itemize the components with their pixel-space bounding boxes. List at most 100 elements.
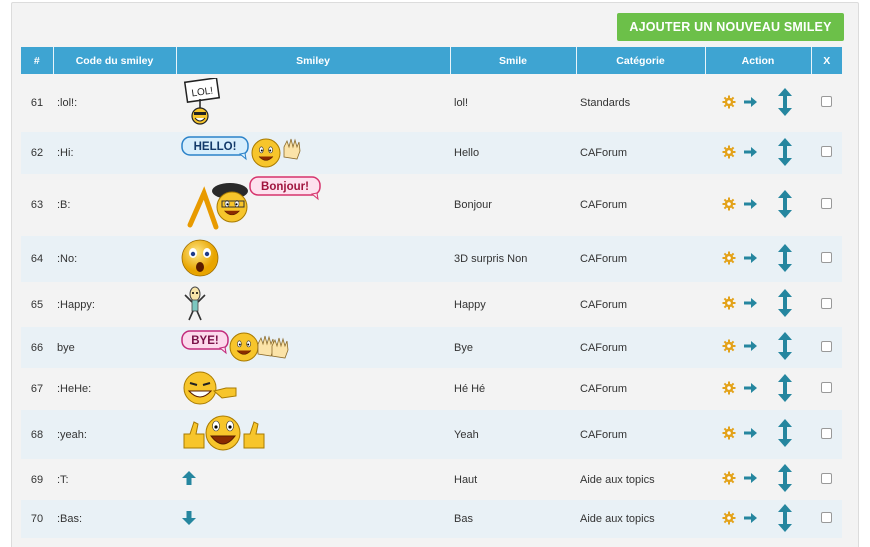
table-row: 64 :No: 3D surpris Non CAForum bbox=[21, 236, 842, 282]
gear-icon[interactable] bbox=[722, 381, 736, 398]
select-cell bbox=[811, 132, 842, 174]
action-cell bbox=[705, 132, 811, 174]
smile-name: Haut bbox=[450, 459, 576, 500]
gear-icon[interactable] bbox=[722, 296, 736, 313]
smiley-image-cell bbox=[176, 282, 450, 327]
select-checkbox[interactable] bbox=[821, 382, 832, 393]
table-row: 62 :Hi: HELLO! Hello CAForum bbox=[21, 132, 842, 174]
table-row: 63 :B: Bonjour! Bonjour CAForum bbox=[21, 174, 842, 236]
gear-icon[interactable] bbox=[722, 145, 736, 162]
lol-sign-smiley-icon: LOL! bbox=[180, 76, 222, 129]
col-header-action: Action bbox=[705, 47, 812, 74]
action-cell bbox=[705, 500, 811, 538]
arrow-right-icon[interactable] bbox=[742, 426, 758, 443]
row-number: 61 bbox=[21, 74, 53, 132]
smiley-category: CAForum bbox=[576, 132, 705, 174]
select-checkbox[interactable] bbox=[821, 340, 832, 352]
move-vertical-icon[interactable] bbox=[776, 331, 794, 364]
arrow-right-icon[interactable] bbox=[742, 381, 758, 398]
smile-name: 3D surpris Non bbox=[450, 236, 576, 282]
move-vertical-icon[interactable] bbox=[776, 288, 794, 321]
select-checkbox[interactable] bbox=[821, 512, 832, 523]
row-number: 70 bbox=[21, 500, 53, 538]
col-header-number[interactable]: # bbox=[21, 47, 54, 74]
bye-waving-smiley-icon: BYE! bbox=[180, 328, 295, 367]
col-header-x: X bbox=[811, 47, 842, 74]
smiley-table: # Code du smiley Smiley Smile Catégorie … bbox=[21, 47, 842, 538]
select-checkbox[interactable] bbox=[821, 427, 832, 439]
gear-icon[interactable] bbox=[722, 251, 736, 268]
select-checkbox[interactable] bbox=[821, 198, 832, 209]
select-checkbox[interactable] bbox=[821, 96, 832, 107]
select-cell bbox=[811, 282, 842, 327]
gear-icon[interactable] bbox=[722, 511, 736, 528]
row-number: 65 bbox=[21, 282, 53, 327]
gear-icon[interactable] bbox=[722, 339, 736, 356]
action-cell bbox=[705, 368, 811, 410]
smiley-image-cell bbox=[176, 236, 450, 282]
table-row: 70 :Bas: Bas Aide aux topics bbox=[21, 500, 842, 538]
smiley-category: CAForum bbox=[576, 236, 705, 282]
gear-icon[interactable] bbox=[722, 426, 736, 443]
arrow-right-icon[interactable] bbox=[742, 95, 758, 112]
smile-name: Bonjour bbox=[450, 174, 576, 236]
col-header-code[interactable]: Code du smiley bbox=[53, 47, 177, 74]
row-number: 68 bbox=[21, 410, 53, 459]
svg-text:HELLO!: HELLO! bbox=[194, 141, 237, 153]
arrow-right-icon[interactable] bbox=[742, 197, 758, 214]
smiley-code: :T: bbox=[53, 459, 176, 500]
arrow-right-icon[interactable] bbox=[742, 471, 758, 488]
arrow-right-icon[interactable] bbox=[742, 251, 758, 268]
smiley-code: :No: bbox=[53, 236, 176, 282]
surprised-smiley-icon bbox=[180, 238, 220, 281]
smiley-image-cell: LOL! bbox=[176, 74, 450, 132]
thumbs-up-smiley-icon bbox=[180, 412, 266, 457]
smile-name: Bye bbox=[450, 327, 576, 368]
move-vertical-icon[interactable] bbox=[776, 418, 794, 451]
smile-name: lol! bbox=[450, 74, 576, 132]
smiley-code: :yeah: bbox=[53, 410, 176, 459]
gear-icon[interactable] bbox=[722, 95, 736, 112]
move-vertical-icon[interactable] bbox=[776, 243, 794, 276]
col-header-smiley[interactable]: Smiley bbox=[176, 47, 451, 74]
svg-text:BYE!: BYE! bbox=[191, 335, 218, 347]
smiley-category: CAForum bbox=[576, 410, 705, 459]
select-checkbox[interactable] bbox=[821, 297, 832, 309]
gear-icon[interactable] bbox=[722, 197, 736, 214]
smiley-category: Standards bbox=[576, 74, 705, 132]
select-cell bbox=[811, 500, 842, 538]
smiley-category: Aide aux topics bbox=[576, 459, 705, 500]
svg-text:Bonjour!: Bonjour! bbox=[261, 181, 309, 193]
select-checkbox[interactable] bbox=[821, 472, 832, 484]
smiley-category: CAForum bbox=[576, 368, 705, 410]
add-smiley-button[interactable]: AJOUTER UN NOUVEAU SMILEY bbox=[617, 13, 844, 41]
move-vertical-icon[interactable] bbox=[776, 463, 794, 496]
table-row: 66 bye BYE! Bye CAForum bbox=[21, 327, 842, 368]
move-vertical-icon[interactable] bbox=[776, 189, 794, 222]
hello-waving-smiley-icon: HELLO! bbox=[180, 133, 310, 174]
arrow-right-icon[interactable] bbox=[742, 145, 758, 162]
smiley-image-cell: Bonjour! bbox=[176, 174, 450, 236]
smiley-image-cell bbox=[176, 368, 450, 410]
arrow-down-icon bbox=[180, 509, 198, 530]
smiley-category: CAForum bbox=[576, 327, 705, 368]
select-cell bbox=[811, 174, 842, 236]
move-vertical-icon[interactable] bbox=[776, 373, 794, 406]
select-checkbox[interactable] bbox=[821, 146, 832, 157]
bonjour-beret-smiley-icon: Bonjour! bbox=[180, 175, 325, 236]
col-header-smile[interactable]: Smile bbox=[450, 47, 577, 74]
arrow-right-icon[interactable] bbox=[742, 511, 758, 528]
arrow-right-icon[interactable] bbox=[742, 296, 758, 313]
table-row: 67 :HeHe: Hé Hé CAForum bbox=[21, 368, 842, 410]
gear-icon[interactable] bbox=[722, 471, 736, 488]
select-cell bbox=[811, 368, 842, 410]
col-header-category[interactable]: Catégorie bbox=[576, 47, 706, 74]
arrow-right-icon[interactable] bbox=[742, 339, 758, 356]
move-vertical-icon[interactable] bbox=[776, 503, 794, 536]
row-number: 62 bbox=[21, 132, 53, 174]
select-cell bbox=[811, 410, 842, 459]
move-vertical-icon[interactable] bbox=[776, 137, 794, 170]
select-checkbox[interactable] bbox=[821, 252, 832, 263]
dancing-figure-icon bbox=[180, 285, 210, 324]
move-vertical-icon[interactable] bbox=[776, 87, 794, 120]
